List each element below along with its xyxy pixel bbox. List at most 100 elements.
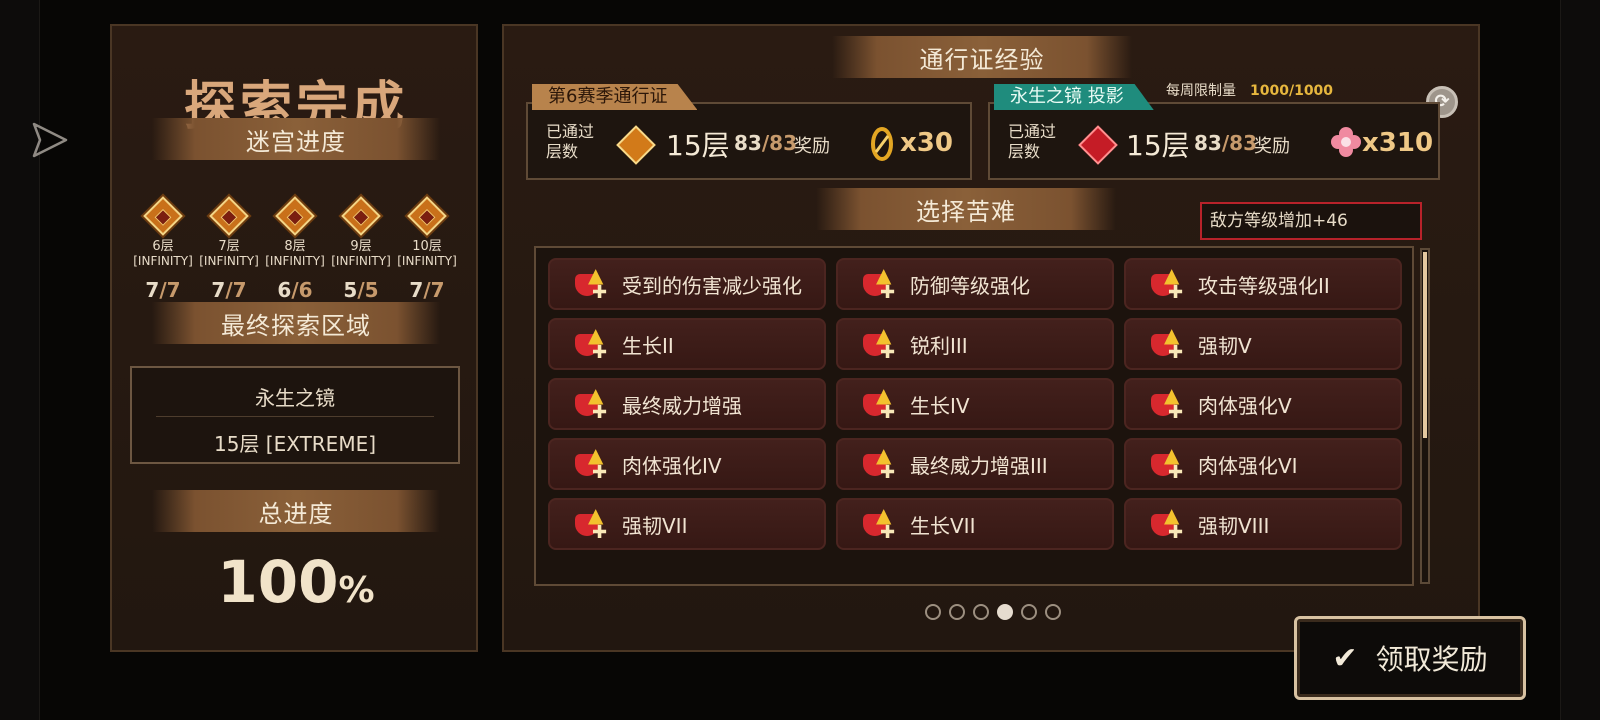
mirror-pass-tag: 永生之镜 投影 [994,84,1154,110]
hardship-item[interactable]: ▲ ✚ 生长VII [836,498,1114,550]
floor-emblem-icon [143,196,183,236]
page-dot[interactable] [949,604,965,620]
sharp-up-icon: ▲ ✚ [860,325,896,362]
exploration-summary-panel: 探索完成 迷宫进度 6层 [INFINITY] 7/7 7层 [INFINITY… [110,24,478,652]
floor-cleared: 7 [145,278,160,302]
hardship-item[interactable]: ▲ ✚ 防御等级强化 [836,258,1114,310]
weekly-limit-label: 每周限制量 [1166,83,1236,99]
passed-count: 83/83 [734,131,797,155]
floor-total: /7 [225,278,247,302]
passed-count: 83/83 [1194,131,1257,155]
hardship-item[interactable]: ▲ ✚ 强韧V [1124,318,1402,370]
hardship-item[interactable]: ▲ ✚ 最终威力增强III [836,438,1114,490]
floor-cleared: 7 [211,278,226,302]
body-up-icon: ▲ ✚ [1148,445,1184,482]
final-area-label: 最终探索区域 [221,311,371,340]
floor-mode: [INFINITY] [331,254,391,268]
passed-floors-label: 已通过层数 [1008,122,1057,161]
hardship-item[interactable]: ▲ ✚ 最终威力增强 [548,378,826,430]
hardship-grid: ▲ ✚ 受到的伤害减少强化 ▲ ✚ 防御等级强化 ▲ ✚ 攻击等级强化II ▲ ✚ 生长II ▲ ✚ 锐利I… [548,258,1404,550]
floor-count: 7/7 [196,278,262,302]
check-icon: ✔ [1332,640,1358,676]
tough-up-icon: ▲ ✚ [1148,505,1184,542]
hardship-item-label: 生长II [622,333,674,358]
floor-count: 7/7 [394,278,460,302]
passed-floors-value: 15层 [1126,129,1190,162]
floor-emblem-icon [209,196,249,236]
claim-reward-button[interactable]: ✔ 领取奖励 [1294,616,1526,700]
hardship-list[interactable]: ▲ ✚ 受到的伤害减少强化 ▲ ✚ 防御等级强化 ▲ ✚ 攻击等级强化II ▲ ✚ 生长II ▲ ✚ 锐利I… [534,246,1414,586]
hardship-item-label: 强韧VIII [1198,513,1270,538]
page-dot[interactable] [1045,604,1061,620]
final-area-floor: 15层 [EXTREME] [213,432,377,456]
tough-up-icon: ▲ ✚ [1148,325,1184,362]
hardship-item-label: 肉体强化IV [622,453,722,478]
final-area-banner: 最终探索区域 [152,302,440,344]
hardship-item[interactable]: ▲ ✚ 生长IV [836,378,1114,430]
floor-emblem-icon [275,196,315,236]
weekly-limit: 每周限制量 1000/1000 [1166,80,1333,100]
passed-count-got: 83 [734,131,762,155]
reward-label: 奖励 [794,136,830,157]
hardship-item[interactable]: ▲ ✚ 肉体强化V [1124,378,1402,430]
hardship-item[interactable]: ▲ ✚ 肉体强化IV [548,438,826,490]
season-pass-card: 第6赛季通行证 已通过层数 15层 83/83 奖励 x30 [526,84,972,180]
hardship-item[interactable]: ▲ ✚ 受到的伤害减少强化 [548,258,826,310]
floor-name: 10层 [412,239,442,254]
rewards-panel: 通行证经验 第6赛季通行证 已通过层数 15层 83/83 奖励 x30 每周限… [502,24,1480,652]
power-up-icon: ▲ ✚ [860,445,896,482]
final-area-box: 永生之镜 15层 [EXTREME] [130,366,460,464]
final-area-name: 永生之镜 [255,386,335,410]
weekly-limit-value: 1000/1000 [1250,83,1334,99]
pass-exp-banner: 通行证经验 [832,36,1132,78]
season-pass-tag: 第6赛季通行证 [532,84,698,110]
page-dot[interactable] [997,604,1013,620]
mirror-pass-card: 永生之镜 投影 已通过层数 15层 83/83 奖励 x310 [988,84,1440,180]
passed-floors-value: 15层 [666,129,730,162]
screen-frame-left [0,0,40,720]
hardship-item[interactable]: ▲ ✚ 攻击等级强化II [1124,258,1402,310]
shield-plus-icon: ▲ ✚ [860,265,896,302]
floor-emblem-icon [616,125,656,165]
hardship-scrollbar[interactable] [1420,248,1430,584]
floor-emblem-icon [407,196,447,236]
pass-exp-title: 通行证经验 [919,45,1045,74]
screen-frame-right [1560,0,1600,720]
floor-name: 7层 [218,239,240,254]
hardship-item[interactable]: ▲ ✚ 强韧VII [548,498,826,550]
floor-mode: [INFINITY] [133,254,193,268]
hardship-item-label: 最终威力增强III [910,453,1048,478]
heart-up-icon: ▲ ✚ [572,325,608,362]
hardship-item[interactable]: ▲ ✚ 强韧VIII [1124,498,1402,550]
total-progress-unit: % [338,570,375,611]
reward-label: 奖励 [1254,136,1290,157]
hardship-item-label: 肉体强化VI [1198,453,1298,478]
floor-total: /7 [423,278,445,302]
hardship-item[interactable]: ▲ ✚ 锐利III [836,318,1114,370]
floor-progress-item: 7层 [INFINITY] 7/7 [196,196,262,302]
page-dot[interactable] [973,604,989,620]
passed-count-got: 83 [1194,131,1222,155]
passed-count-total: /83 [1221,131,1257,155]
floor-progress-item: 6层 [INFINITY] 7/7 [130,196,196,302]
hardship-item-label: 生长IV [910,393,970,418]
heart-up-icon: ▲ ✚ [860,505,896,542]
pink-flower-icon [1331,127,1361,157]
floor-cleared: 6 [277,278,292,302]
labyrinth-progress-banner: 迷宫进度 [152,118,440,160]
floor-name: 9层 [350,239,372,254]
hardship-item-label: 锐利III [910,333,968,358]
passed-count-total: /83 [761,131,797,155]
hardship-item[interactable]: ▲ ✚ 肉体强化VI [1124,438,1402,490]
navigation-arrow-icon[interactable] [30,120,70,160]
page-dot[interactable] [1021,604,1037,620]
floor-name: 6层 [152,239,174,254]
total-progress-banner: 总进度 [152,490,440,532]
tough-up-icon: ▲ ✚ [572,505,608,542]
body-up-icon: ▲ ✚ [1148,385,1184,422]
total-progress-value: 100% [112,548,480,616]
floor-total: /5 [357,278,379,302]
scrollbar-thumb[interactable] [1423,252,1427,438]
page-dot[interactable] [925,604,941,620]
hardship-item[interactable]: ▲ ✚ 生长II [548,318,826,370]
